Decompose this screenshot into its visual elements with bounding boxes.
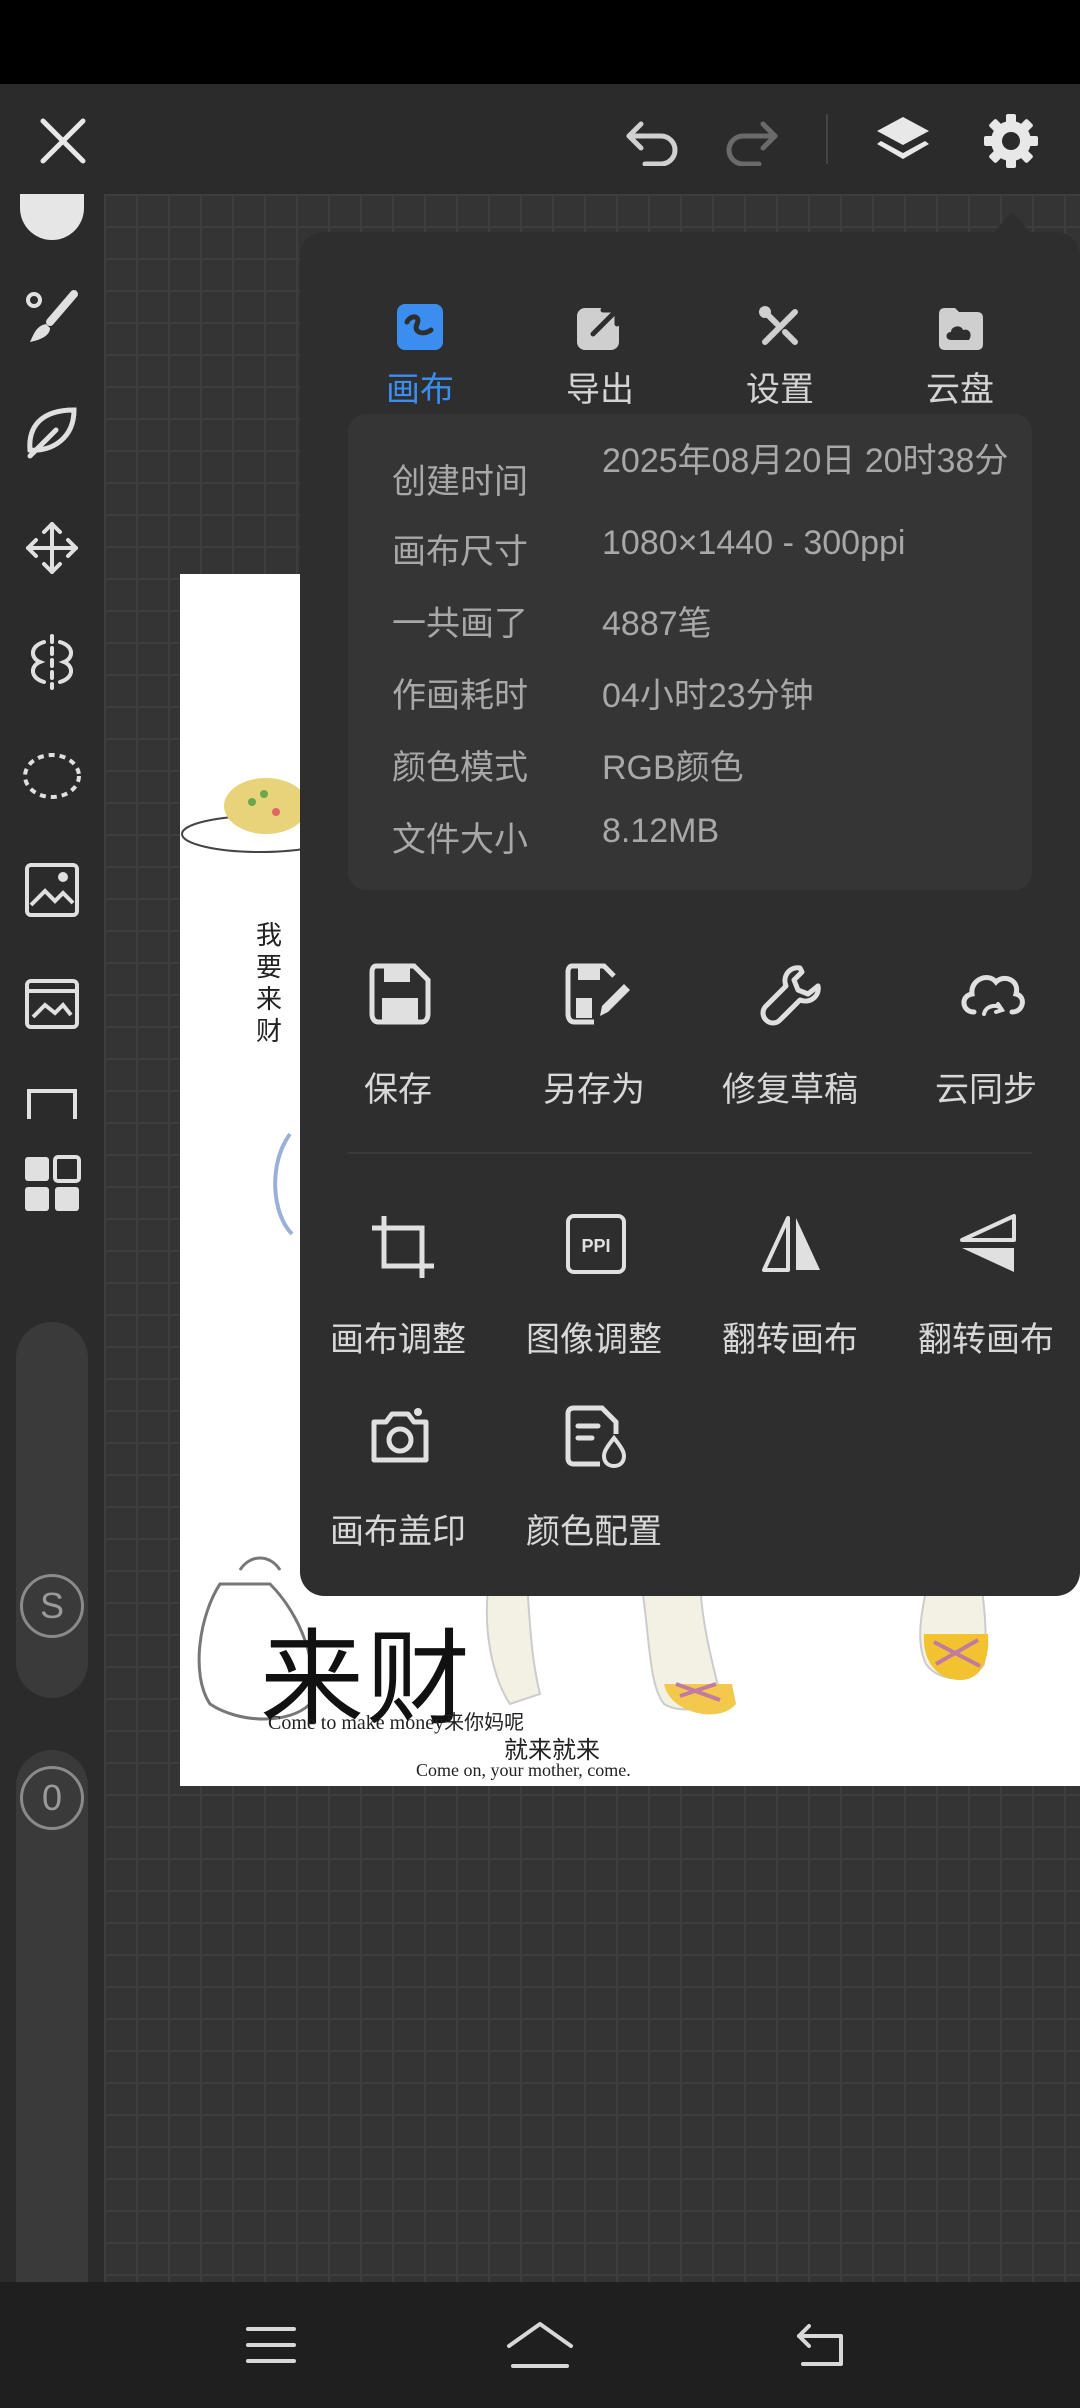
menu-icon[interactable] bbox=[236, 2312, 306, 2378]
cloud-drive-icon bbox=[939, 308, 983, 350]
artwork-line3: Come on, your mother, come. bbox=[416, 1760, 631, 1780]
repair-draft-button[interactable]: 修复草稿 bbox=[692, 962, 888, 1142]
tab-settings-label: 设置 bbox=[746, 371, 814, 409]
canvas-stamp-label: 画布盖印 bbox=[330, 1513, 466, 1551]
flip-canvas-label: 翻转画布 bbox=[722, 1321, 858, 1359]
save-as-icon bbox=[565, 963, 630, 1025]
info-label: 创建时间 bbox=[392, 463, 528, 501]
frame-icon[interactable] bbox=[18, 1084, 86, 1124]
info-value: 8.12MB bbox=[602, 812, 720, 850]
flip-canvas-horizontal-button[interactable]: 翻转画布 bbox=[692, 1212, 888, 1392]
redo-icon[interactable] bbox=[716, 106, 786, 176]
size-badge: S bbox=[20, 1574, 84, 1638]
canvas-adjust-label: 画布调整 bbox=[330, 1321, 466, 1359]
opacity-slider[interactable] bbox=[16, 1750, 88, 2330]
smudge-icon[interactable] bbox=[18, 400, 86, 468]
back-icon[interactable] bbox=[786, 2312, 856, 2378]
color-swatch[interactable] bbox=[20, 194, 84, 240]
undo-icon[interactable] bbox=[618, 106, 688, 176]
export-icon bbox=[577, 307, 620, 350]
panel-divider bbox=[348, 1152, 1032, 1154]
info-label: 画布尺寸 bbox=[392, 533, 528, 571]
info-label: 颜色模式 bbox=[392, 749, 528, 787]
panel-caret bbox=[992, 212, 1032, 234]
info-row-created: 创建时间 2025年08月20日 20时38分 bbox=[348, 434, 1032, 510]
artwork-vertical-text: 我要来财 bbox=[256, 921, 283, 1046]
system-nav-bar bbox=[0, 2282, 1080, 2408]
canvas-info-box: 创建时间 2025年08月20日 20时38分 画布尺寸 1080×1440 -… bbox=[348, 414, 1032, 890]
save-as-label: 另存为 bbox=[543, 1071, 645, 1109]
flip-canvas-label: 翻转画布 bbox=[918, 1321, 1054, 1359]
cloud-sync-icon bbox=[961, 975, 1025, 1016]
wrench-icon bbox=[760, 965, 821, 1026]
grid-apps-icon[interactable] bbox=[18, 1150, 86, 1218]
tab-canvas[interactable]: 画布 bbox=[330, 262, 510, 409]
toolbar-divider bbox=[826, 114, 828, 164]
canvas-icon bbox=[397, 304, 443, 350]
brush-icon[interactable] bbox=[18, 284, 86, 352]
selection-lasso-icon[interactable] bbox=[18, 742, 86, 810]
crop-icon bbox=[372, 1216, 434, 1278]
move-icon[interactable] bbox=[18, 514, 86, 582]
info-value: 1080×1440 - 300ppi bbox=[602, 524, 906, 562]
save-button[interactable]: 保存 bbox=[300, 962, 496, 1142]
symmetry-icon[interactable] bbox=[18, 628, 86, 696]
home-icon[interactable] bbox=[505, 2312, 575, 2378]
repair-draft-label: 修复草稿 bbox=[722, 1071, 858, 1109]
color-profile-icon bbox=[565, 1405, 627, 1468]
info-value: 2025年08月20日 20时38分 bbox=[602, 442, 1009, 480]
settings-icon[interactable] bbox=[976, 106, 1046, 176]
tab-export-label: 导出 bbox=[566, 371, 634, 409]
canvas-adjust-button[interactable]: 画布调整 bbox=[300, 1212, 496, 1392]
flip-vertical-icon bbox=[960, 1214, 1016, 1272]
close-icon[interactable] bbox=[28, 106, 98, 176]
color-profile-label: 颜色配置 bbox=[526, 1513, 662, 1551]
tab-canvas-label: 画布 bbox=[386, 371, 454, 409]
brush-size-slider[interactable] bbox=[16, 1322, 88, 1698]
canvas-settings-panel: 画布 导出 设置 云盘 创建时间 2025年08月20日 20时38分 画布尺寸… bbox=[300, 232, 1080, 1596]
ppi-icon: PPI bbox=[566, 1214, 626, 1274]
image-import-icon[interactable] bbox=[18, 970, 86, 1038]
info-value: 4887笔 bbox=[602, 605, 712, 643]
info-label: 文件大小 bbox=[392, 821, 528, 859]
save-as-button[interactable]: 另存为 bbox=[496, 962, 692, 1142]
color-profile-button[interactable]: 颜色配置 bbox=[496, 1404, 692, 1584]
flip-horizontal-icon bbox=[762, 1216, 820, 1272]
tab-export[interactable]: 导出 bbox=[510, 262, 690, 409]
cloud-sync-label: 云同步 bbox=[935, 1071, 1037, 1109]
top-toolbar bbox=[0, 84, 1080, 194]
tools-icon bbox=[759, 306, 798, 345]
status-bar bbox=[0, 0, 1080, 84]
save-icon bbox=[369, 963, 431, 1025]
info-value: RGB颜色 bbox=[602, 749, 744, 787]
save-label: 保存 bbox=[364, 1071, 432, 1109]
tab-cloud-drive[interactable]: 云盘 bbox=[870, 262, 1050, 409]
info-label: 一共画了 bbox=[392, 605, 528, 643]
info-value: 04小时23分钟 bbox=[602, 677, 814, 715]
svg-text:PPI: PPI bbox=[581, 1236, 610, 1256]
artwork-line1: Come to make money来你妈呢 bbox=[268, 1712, 525, 1734]
tab-cloud-drive-label: 云盘 bbox=[926, 371, 994, 409]
canvas-stamp-button[interactable]: 画布盖印 bbox=[300, 1404, 496, 1584]
image-adjust-button[interactable]: PPI 图像调整 bbox=[496, 1212, 692, 1392]
info-label: 作画耗时 bbox=[392, 677, 528, 715]
image-adjust-label: 图像调整 bbox=[526, 1321, 662, 1359]
camera-icon bbox=[371, 1408, 429, 1463]
layers-icon[interactable] bbox=[868, 106, 938, 176]
flip-canvas-vertical-button[interactable]: 翻转画布 bbox=[888, 1212, 1080, 1392]
image-adjust-icon[interactable] bbox=[18, 856, 86, 924]
left-sidebar: S 0 bbox=[0, 194, 104, 2330]
opacity-badge: 0 bbox=[20, 1766, 84, 1830]
tab-settings[interactable]: 设置 bbox=[690, 262, 870, 409]
app-root: S 0 我要来财 来财 Come to make money来你妈呢 就来就来 … bbox=[0, 0, 1080, 2408]
cloud-sync-button[interactable]: 云同步 bbox=[888, 962, 1080, 1142]
